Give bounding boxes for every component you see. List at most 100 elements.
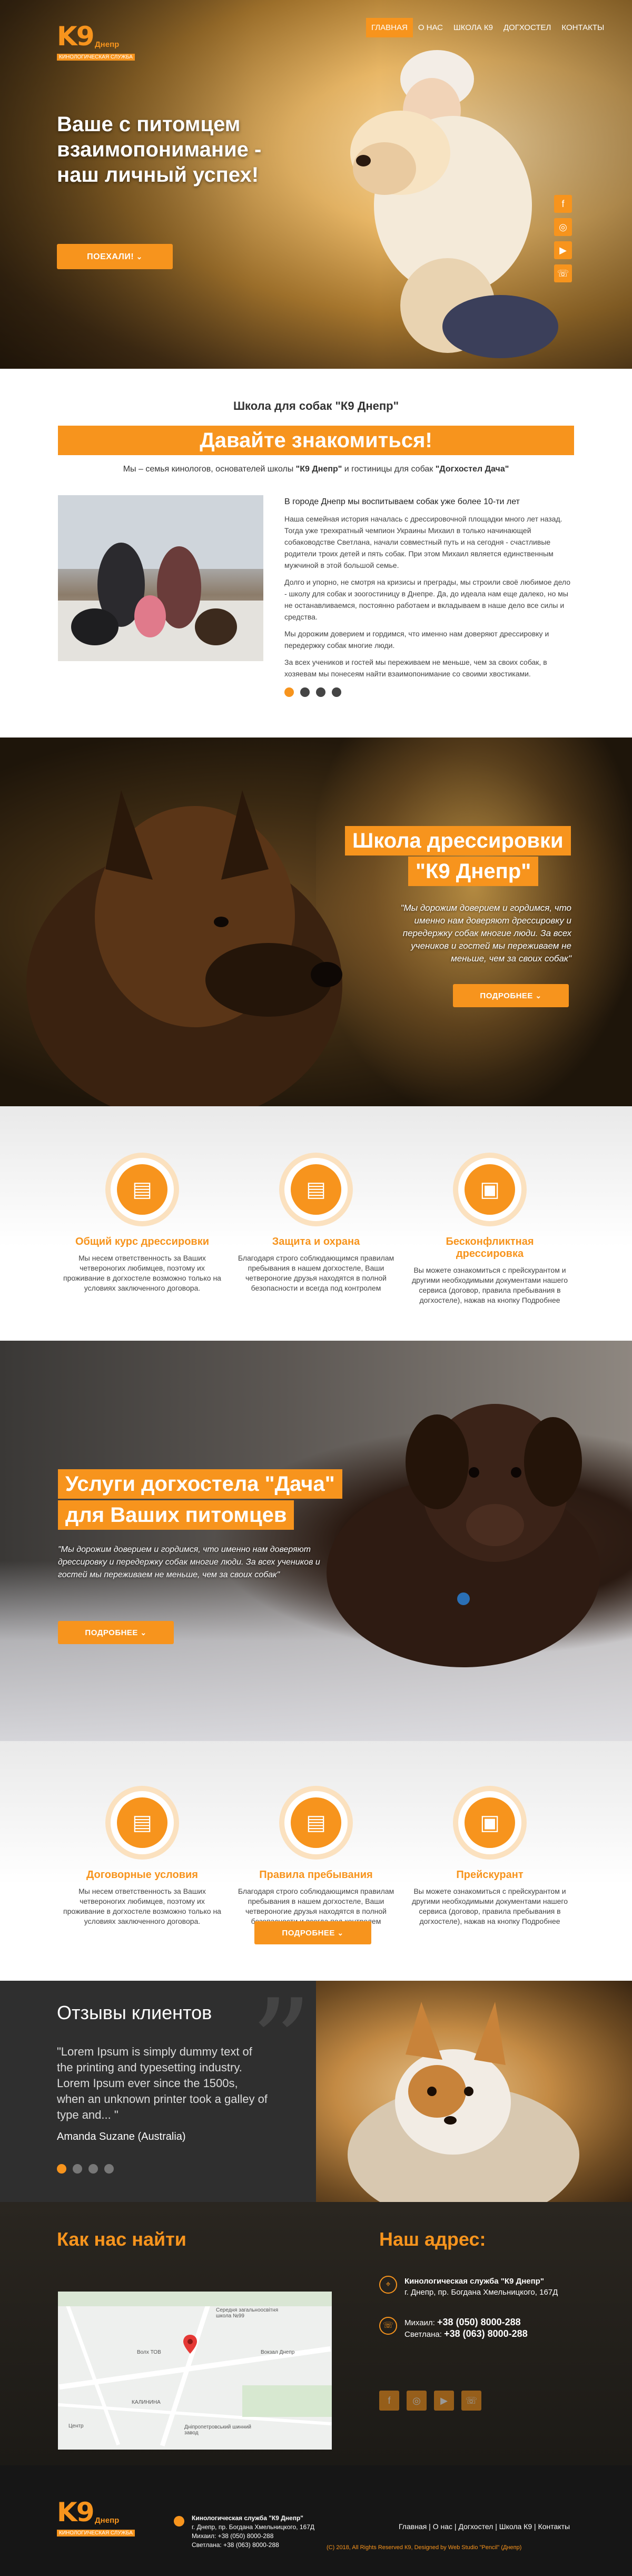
feature-title: Бесконфликтная дрессировка (446, 1236, 534, 1260)
slider-dot[interactable] (332, 687, 341, 697)
document-icon: ▤ (117, 1797, 167, 1848)
footer-link-home[interactable]: Главная (399, 2522, 427, 2531)
about-slider-dots (284, 687, 348, 697)
map-label: КАЛИНИНА (132, 2400, 161, 2405)
logo-subtitle: КИНОЛОГИЧЕСКАЯ СЛУЖБА (57, 2530, 135, 2536)
feature-card: ▤ Общий курс дрессировки Мы несем ответс… (63, 1158, 221, 1293)
feature-icon-circle: ▤ (284, 1158, 348, 1221)
logo-name: Днепр (95, 40, 120, 49)
slider-dot[interactable] (316, 687, 325, 697)
viber-icon[interactable]: ☏ (554, 264, 572, 282)
school-title-line2: "К9 Днепр" (408, 857, 539, 886)
feature-icon-circle: ▣ (458, 1791, 521, 1854)
hero-section: K9 Днепр КИНОЛОГИЧЕСКАЯ СЛУЖБА Главная О… (0, 0, 632, 369)
dacha-more-button[interactable]: Подробнее (58, 1621, 174, 1644)
map-label: Вокзал Днепр (261, 2349, 295, 2355)
feature-title: Защита и охрана (272, 1236, 360, 1247)
feature-title: Общий курс дрессировки (75, 1236, 210, 1247)
youtube-icon[interactable]: ▶ (554, 241, 572, 259)
hero-social-bar: f ◎ ▶ ☏ (554, 195, 574, 288)
about-banner: Давайте знакомиться! (58, 426, 574, 455)
address-row: ⌖ Кинологическая служба "К9 Днепр" г. Дн… (379, 2276, 558, 2298)
feature-text: Мы несем ответственность за Ваших четвер… (63, 1254, 221, 1292)
dacha-title-line2: для Ваших питомцев (58, 1500, 294, 1530)
slider-dot[interactable] (57, 2164, 66, 2174)
intro-hostel-name: "Догхостел Дача" (435, 465, 509, 474)
footer-contacts: Кинологическая служба "К9 Днепр" г. Днеп… (192, 2514, 314, 2550)
phone2-number[interactable]: +38 (063) 8000-288 (444, 2328, 528, 2339)
phone-icon: ☏ (379, 2317, 397, 2335)
feature-text: Благодаря строго соблюдающимся правилам … (238, 1254, 394, 1292)
address-title: Наш адрес: (379, 2228, 486, 2250)
slider-dot[interactable] (88, 2164, 98, 2174)
feature-card: ▤ Договорные условия Мы несем ответствен… (63, 1791, 221, 1926)
wallet-icon: ▣ (465, 1164, 515, 1215)
logo-mark: K9 (57, 2497, 95, 2528)
feature-text: Вы можете ознакомиться с прейскурантом и… (412, 1266, 568, 1304)
slider-dot[interactable] (284, 687, 294, 697)
footer-phone1: Михаил: +38 (050) 8000-288 (192, 2532, 274, 2540)
feature-icon-circle: ▤ (111, 1791, 174, 1854)
feature-icon-circle: ▤ (284, 1791, 348, 1854)
footer-company: Кинологическая служба "К9 Днепр" (192, 2514, 303, 2522)
school-more-button[interactable]: Подробнее (453, 984, 569, 1007)
address-line: г. Днепр, пр. Богдана Хмельницкого, 167Д (404, 2288, 558, 2297)
school-title-line1: Школа дрессировки (345, 826, 571, 856)
wallet-icon: ▣ (465, 1797, 515, 1848)
chihuahua-photo (316, 1981, 632, 2202)
slider-dot[interactable] (104, 2164, 114, 2174)
footer-link-about[interactable]: О нас (433, 2522, 452, 2531)
location-pin-icon: ⌖ (379, 2276, 397, 2294)
nav-school[interactable]: Школа К9 (448, 18, 498, 37)
feature-text: Благодаря строго соблюдающимся правилам … (238, 1887, 394, 1925)
slider-dot[interactable] (73, 2164, 82, 2174)
intro-school-name: "К9 Днепр" (295, 465, 342, 474)
footer-link-contacts[interactable]: Контакты (538, 2522, 570, 2531)
logo-subtitle: КИНОЛОГИЧЕСКАЯ СЛУЖБА (57, 54, 135, 61)
nav-home[interactable]: Главная (366, 18, 413, 37)
feature-icon-circle: ▣ (458, 1158, 521, 1221)
nav-contacts[interactable]: Контакты (556, 18, 609, 37)
youtube-icon[interactable]: ▶ (434, 2391, 454, 2411)
location-map[interactable]: Середня загальноосвітня школа №99 Вокзал… (58, 2292, 332, 2450)
map-label: Волх ТОВ (137, 2349, 161, 2355)
footer-pin-icon (174, 2516, 184, 2526)
feature-icon-circle: ▤ (111, 1158, 174, 1221)
feature-card: ▤ Правила пребывания Благодаря строго со… (237, 1791, 395, 1926)
features-hostel: ▤ Договорные условия Мы несем ответствен… (0, 1741, 632, 1981)
nav-doghostel[interactable]: Догхостел (498, 18, 556, 37)
german-shepherd-photo (26, 790, 342, 1106)
phone2-name: Светлана: (404, 2330, 442, 2339)
facebook-icon[interactable]: f (554, 195, 572, 213)
hero-go-button[interactable]: Поехали! (57, 244, 173, 269)
footer-link-doghostel[interactable]: Догхостел (458, 2522, 493, 2531)
viber-icon[interactable]: ☏ (461, 2391, 481, 2411)
hero-photo-woman-dog (350, 50, 558, 358)
about-paragraph-1: Наша семейная история началась с дрессир… (284, 515, 562, 569)
reviews-slider-dots (57, 2164, 120, 2174)
nav-about[interactable]: О нас (413, 18, 448, 37)
phone1-number[interactable]: +38 (050) 8000-288 (437, 2317, 521, 2327)
instagram-icon[interactable]: ◎ (554, 218, 572, 236)
feature-card: ▣ Бесконфликтная дрессировка Вы можете о… (411, 1158, 569, 1305)
intro-text-middle: и гостиницы для собак (342, 465, 436, 474)
instagram-icon[interactable]: ◎ (407, 2391, 427, 2411)
feature-text: Вы можете ознакомиться с прейскурантом и… (412, 1887, 568, 1925)
feature-card: ▣ Прейскурант Вы можете ознакомиться с п… (411, 1791, 569, 1926)
footer-nav: Главная | О нас | Догхостел | Школа К9 |… (399, 2522, 570, 2531)
document-icon: ▤ (291, 1797, 341, 1848)
footer-logo[interactable]: K9 Днепр КИНОЛОГИЧЕСКАЯ СЛУЖБА (57, 2497, 136, 2538)
labrador-photo (327, 1404, 600, 1667)
site-logo[interactable]: K9 Днепр КИНОЛОГИЧЕСКАЯ СЛУЖБА (57, 21, 136, 62)
features-school: ▤ Общий курс дрессировки Мы несем ответс… (0, 1106, 632, 1341)
hero-title: Ваше с питомцем взаимопонимание - наш ли… (57, 113, 262, 186)
map-pin-icon[interactable] (183, 2335, 197, 2354)
slider-dot[interactable] (300, 687, 310, 697)
reviews-section: ” Отзывы клиентов "Lorem Ipsum is simply… (0, 1981, 632, 2202)
dacha-quote: "Мы дорожим доверием и гордимся, что име… (58, 1545, 320, 1579)
features-more-button[interactable]: Подробнее (254, 1921, 371, 1944)
facebook-icon[interactable]: f (379, 2391, 399, 2411)
footer-link-school[interactable]: Школа К9 (499, 2522, 532, 2531)
find-social-bar: f ◎ ▶ ☏ (379, 2391, 489, 2411)
phone1-name: Михаил: (404, 2318, 435, 2327)
